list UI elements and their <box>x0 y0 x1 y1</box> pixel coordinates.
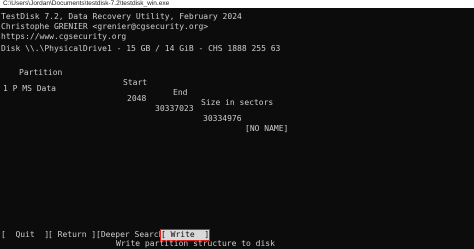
menu-hint: Write partition structure to disk <box>116 239 275 248</box>
return-button[interactable]: [ Return ] <box>48 230 96 240</box>
table-row[interactable]: 1 P MS Data 2048 30337023 30334976 [NO N… <box>1 74 288 144</box>
col-end-header: End <box>173 88 188 97</box>
row-start: 2048 <box>127 94 147 103</box>
row-size: 30334976 <box>203 114 242 123</box>
app-version-line: TestDisk 7.2, Data Recovery Utility, Feb… <box>1 12 242 21</box>
window-title-bar: C:\Users\Jordan\Documents\testdisk-7.2\t… <box>0 0 474 8</box>
author-line: Christophe GRENIER <grenier@cgsecurity.o… <box>1 22 209 31</box>
window-title: C:\Users\Jordan\Documents\testdisk-7.2\t… <box>3 0 170 7</box>
col-size-header: Size in sectors <box>201 98 274 107</box>
quit-button[interactable]: [ Quit ] <box>1 230 49 240</box>
row-end: 30337023 <box>155 104 194 113</box>
row-partition: 1 P MS Data <box>3 84 56 93</box>
col-partition-header: Partition <box>19 68 63 77</box>
col-start-header: Start <box>123 78 148 87</box>
disk-info-line: Disk \\.\PhysicalDrive1 - 15 GB / 14 GiB… <box>1 44 281 53</box>
website-line: https://www.cgsecurity.org <box>1 32 127 41</box>
row-name: [NO NAME] <box>245 124 289 133</box>
